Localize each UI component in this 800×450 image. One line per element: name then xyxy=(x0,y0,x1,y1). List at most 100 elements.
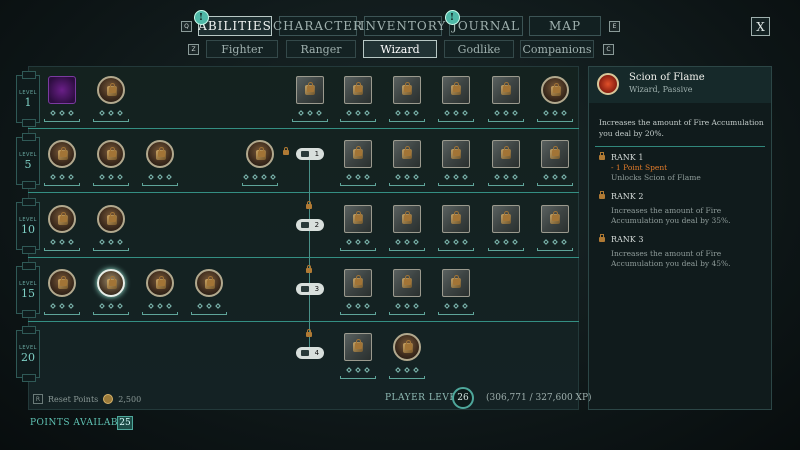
rank-title: RANK 1 xyxy=(611,153,644,162)
scion-of-flame-icon xyxy=(597,73,619,95)
ability-node[interactable] xyxy=(146,140,174,168)
ability-node[interactable] xyxy=(393,140,421,168)
ability-node[interactable] xyxy=(393,333,421,361)
ability-node[interactable] xyxy=(393,76,421,104)
gate-number: 2 xyxy=(314,221,320,229)
ability-info-panel: Scion of Flame Wizard, Passive Increases… xyxy=(588,66,772,410)
ability-node[interactable] xyxy=(97,205,125,233)
ability-node[interactable] xyxy=(344,333,372,361)
ability-node[interactable] xyxy=(246,140,274,168)
ability-node[interactable] xyxy=(442,205,470,233)
ability-node[interactable] xyxy=(492,140,520,168)
node-bracket xyxy=(142,312,178,315)
ability-node[interactable] xyxy=(48,269,76,297)
ability-node[interactable] xyxy=(48,205,76,233)
gate-number: 3 xyxy=(314,285,320,293)
class-tab-wizard[interactable]: Wizard xyxy=(363,40,437,58)
tab-map-label: MAP xyxy=(548,19,582,33)
lock-icon xyxy=(355,211,362,221)
ability-node[interactable] xyxy=(442,76,470,104)
ability-node-selected[interactable] xyxy=(97,269,125,297)
lock-icon xyxy=(503,211,510,221)
gate-number: 4 xyxy=(314,349,320,357)
ability-node[interactable] xyxy=(48,76,76,104)
gate-node: 4 xyxy=(296,347,324,359)
lock-icon xyxy=(599,191,605,199)
node-bracket xyxy=(340,248,376,251)
next-class-key: C xyxy=(603,44,614,55)
node-bracket xyxy=(44,119,80,122)
class-tab-fighter[interactable]: Fighter xyxy=(206,40,278,58)
rank-title: RANK 2 xyxy=(611,192,644,201)
class-tab-ranger[interactable]: Ranger xyxy=(286,40,356,58)
ability-node[interactable] xyxy=(541,76,569,104)
tab-journal[interactable]: ! JOURNAL xyxy=(445,10,523,36)
class-tab-label: Fighter xyxy=(221,42,263,56)
ability-node[interactable] xyxy=(296,76,324,104)
ability-node[interactable] xyxy=(195,269,223,297)
lock-icon xyxy=(404,275,411,285)
ability-node[interactable] xyxy=(442,140,470,168)
ability-node[interactable] xyxy=(344,140,372,168)
lock-icon xyxy=(258,147,265,157)
node-bracket xyxy=(142,183,178,186)
rank-detail: Increases the amount of Fire Accumulatio… xyxy=(611,206,731,225)
prev-tab-key: Q xyxy=(181,21,192,32)
lock-icon xyxy=(453,211,460,221)
node-bracket xyxy=(389,183,425,186)
ability-node[interactable] xyxy=(541,140,569,168)
ability-title: Scion of Flame xyxy=(629,72,705,83)
close-button[interactable]: X xyxy=(751,17,770,36)
ability-node[interactable] xyxy=(492,205,520,233)
node-bracket xyxy=(537,183,573,186)
node-bracket xyxy=(389,119,425,122)
gate-connector-line xyxy=(309,160,310,355)
node-bracket xyxy=(340,119,376,122)
ability-node[interactable] xyxy=(393,205,421,233)
row-divider xyxy=(28,128,579,129)
lock-icon xyxy=(503,146,510,156)
lock-icon xyxy=(404,211,411,221)
level-badge: LEVEL 20 xyxy=(16,330,40,382)
ability-node[interactable] xyxy=(492,76,520,104)
class-tab-label: Companions xyxy=(522,42,592,56)
ability-node[interactable] xyxy=(541,205,569,233)
prev-class-key: Z xyxy=(188,44,199,55)
ability-description: Increases the amount of Fire Accumulatio… xyxy=(599,118,764,138)
ability-node[interactable] xyxy=(393,269,421,297)
class-tab-godlike[interactable]: Godlike xyxy=(444,40,514,58)
ability-node[interactable] xyxy=(344,205,372,233)
lock-icon xyxy=(109,276,116,286)
ability-node[interactable] xyxy=(442,269,470,297)
alert-icon: ! xyxy=(445,10,460,25)
rank-title: RANK 3 xyxy=(611,235,644,244)
node-bracket xyxy=(488,183,524,186)
node-bracket xyxy=(488,119,524,122)
node-bracket xyxy=(44,248,80,251)
row-divider xyxy=(28,192,579,193)
class-tab-label: Godlike xyxy=(457,42,501,56)
lock-icon xyxy=(404,146,411,156)
ability-node[interactable] xyxy=(97,140,125,168)
row-divider xyxy=(28,257,579,258)
lock-icon xyxy=(60,276,67,286)
rank-spent: - 1 Point Spent xyxy=(611,163,668,172)
tab-abilities[interactable]: ! ABILITIES xyxy=(194,10,272,36)
ability-node[interactable] xyxy=(344,269,372,297)
lock-icon xyxy=(503,82,510,92)
lock-icon xyxy=(552,211,559,221)
tab-map[interactable]: MAP xyxy=(529,16,601,36)
ability-node[interactable] xyxy=(48,140,76,168)
ability-node[interactable] xyxy=(97,76,125,104)
lock-icon xyxy=(355,82,362,92)
lock-icon xyxy=(283,147,289,155)
tab-inventory[interactable]: INVENTORY xyxy=(360,16,445,36)
lock-icon xyxy=(109,147,116,157)
book-icon xyxy=(300,222,309,228)
ability-node[interactable] xyxy=(146,269,174,297)
ability-node[interactable] xyxy=(344,76,372,104)
tab-character[interactable]: CHARACTER xyxy=(273,16,362,36)
reset-points-button[interactable]: R Reset Points 2,500 xyxy=(33,389,141,409)
row-divider xyxy=(28,321,579,322)
class-tab-companions[interactable]: Companions xyxy=(520,40,594,58)
